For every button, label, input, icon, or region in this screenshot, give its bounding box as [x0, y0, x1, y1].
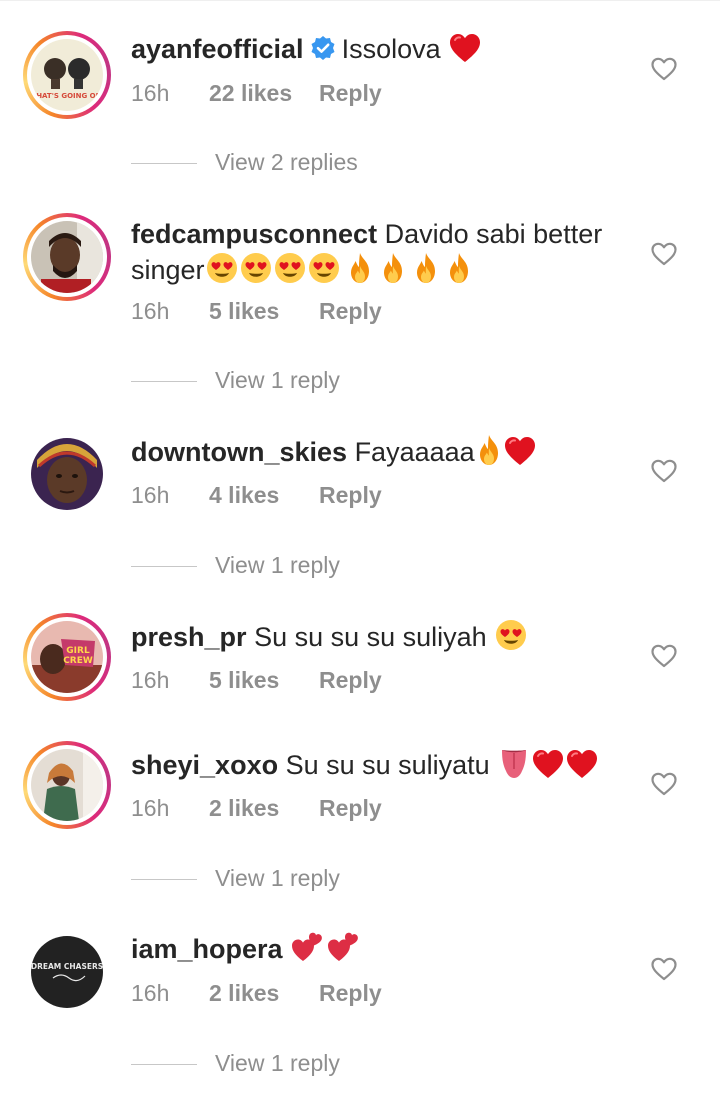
verified-badge-icon	[311, 36, 335, 60]
view-replies-link[interactable]: View 2 replies	[131, 148, 358, 176]
comment-likes[interactable]: 2 likes	[209, 794, 319, 822]
reply-button[interactable]: Reply	[319, 794, 382, 822]
tongue-emoji-icon	[498, 747, 530, 779]
comment-username[interactable]: sheyi_xoxo	[131, 750, 278, 780]
view-replies-label: View 1 reply	[215, 367, 340, 393]
comment-likes[interactable]: 5 likes	[209, 297, 319, 325]
heart-eyes-emoji-icon	[274, 252, 306, 284]
avatar-image	[31, 749, 103, 821]
svg-text:CREW: CREW	[63, 656, 93, 666]
heart-eyes-emoji-icon	[495, 619, 527, 651]
avatar[interactable]: DREAM CHASERS	[23, 928, 111, 1016]
red-heart-emoji-icon	[449, 33, 481, 63]
avatar-logo-text: DREAM CHASERS	[31, 962, 103, 971]
comment-username[interactable]: ayanfeofficial	[131, 34, 304, 64]
reply-button[interactable]: Reply	[319, 297, 382, 325]
comment-meta: 16h 4 likes Reply	[131, 481, 382, 509]
replies-divider	[131, 1064, 197, 1066]
fire-emoji-icon	[380, 252, 406, 284]
comment-likes[interactable]: 22 likes	[209, 79, 319, 107]
view-replies-link[interactable]: View 1 reply	[131, 551, 340, 579]
comment-username[interactable]: downtown_skies	[131, 437, 347, 467]
heart-eyes-emoji-icon	[206, 252, 238, 284]
avatar-image: GIRL CREW	[31, 621, 103, 693]
comment-username[interactable]: fedcampusconnect	[131, 219, 377, 249]
comment-time: 16h	[131, 482, 170, 508]
view-replies-link[interactable]: View 1 reply	[131, 864, 340, 892]
comment-text: Su su su su suliyah	[254, 622, 487, 652]
view-replies-link[interactable]: View 1 reply	[131, 366, 340, 394]
avatar[interactable]: WHAT'S GOING ON?	[23, 31, 111, 119]
comment-meta: 16h 5 likes Reply	[131, 666, 382, 694]
fire-emoji-icon	[476, 434, 502, 466]
comment-likes[interactable]: 2 likes	[209, 979, 319, 1007]
comment-body: ayanfeofficial Issolova	[131, 32, 621, 67]
comment-text: Issolova	[341, 34, 441, 64]
view-replies-label: View 1 reply	[215, 1050, 340, 1076]
reply-button[interactable]: Reply	[319, 481, 382, 509]
view-replies-label: View 1 reply	[215, 552, 340, 578]
comment-text: Su su su suliyatu	[285, 750, 490, 780]
comment-time: 16h	[131, 795, 170, 821]
red-heart-emoji-icon	[504, 436, 536, 466]
comment-likes[interactable]: 4 likes	[209, 481, 319, 509]
comment-text: Fayaaaaa	[354, 437, 475, 467]
comment-time: 16h	[131, 980, 170, 1006]
comment-username[interactable]: iam_hopera	[131, 934, 283, 964]
like-heart-icon[interactable]	[651, 459, 677, 483]
fire-emoji-icon	[446, 252, 472, 284]
comment-time: 16h	[131, 298, 170, 324]
top-divider	[0, 0, 720, 1]
svg-text:GIRL: GIRL	[66, 646, 90, 656]
comment-meta: 16h 22 likes Reply	[131, 79, 382, 107]
comment-likes[interactable]: 5 likes	[209, 666, 319, 694]
avatar[interactable]	[23, 741, 111, 829]
comment-meta: 16h 2 likes Reply	[131, 794, 382, 822]
avatar-image: WHAT'S GOING ON?	[31, 39, 103, 111]
comment-body: iam_hopera	[131, 931, 621, 967]
comment-body: fedcampusconnect Davido sabi better sing…	[131, 217, 621, 288]
replies-divider	[131, 566, 197, 568]
heart-eyes-emoji-icon	[308, 252, 340, 284]
view-replies-link[interactable]: View 1 reply	[131, 1049, 340, 1077]
replies-divider	[131, 879, 197, 881]
comment-time: 16h	[131, 80, 170, 106]
reply-button[interactable]: Reply	[319, 979, 382, 1007]
like-heart-icon[interactable]	[651, 772, 677, 796]
like-heart-icon[interactable]	[651, 644, 677, 668]
replies-divider	[131, 163, 197, 165]
red-heart-emoji-icon	[566, 749, 598, 779]
view-replies-label: View 1 reply	[215, 865, 340, 891]
heart-eyes-emoji-icon	[240, 252, 272, 284]
replies-divider	[131, 381, 197, 383]
reply-button[interactable]: Reply	[319, 666, 382, 694]
comment-body: sheyi_xoxo Su su su suliyatu	[131, 747, 621, 783]
avatar[interactable]: GIRL CREW	[23, 613, 111, 701]
like-heart-icon[interactable]	[651, 242, 677, 266]
reply-button[interactable]: Reply	[319, 79, 382, 107]
comment-body: downtown_skies Fayaaaaa	[131, 434, 621, 470]
avatar[interactable]	[23, 430, 111, 518]
comment-meta: 16h 2 likes Reply	[131, 979, 382, 1007]
like-heart-icon[interactable]	[651, 957, 677, 981]
avatar-image	[31, 221, 103, 293]
fire-emoji-icon	[347, 252, 373, 284]
two-hearts-emoji-icon	[291, 931, 325, 963]
avatar-image	[31, 438, 103, 510]
avatar[interactable]	[23, 213, 111, 301]
comment-username[interactable]: presh_pr	[131, 622, 247, 652]
comment-time: 16h	[131, 667, 170, 693]
avatar-logo-text: WHAT'S GOING ON?	[31, 92, 103, 100]
comment-body: presh_pr Su su su su suliyah	[131, 619, 621, 655]
red-heart-emoji-icon	[532, 749, 564, 779]
view-replies-label: View 2 replies	[215, 149, 358, 175]
fire-emoji-icon	[413, 252, 439, 284]
avatar-image: DREAM CHASERS	[31, 936, 103, 1008]
comment-meta: 16h 5 likes Reply	[131, 297, 382, 325]
two-hearts-emoji-icon	[327, 931, 361, 963]
like-heart-icon[interactable]	[651, 57, 677, 81]
